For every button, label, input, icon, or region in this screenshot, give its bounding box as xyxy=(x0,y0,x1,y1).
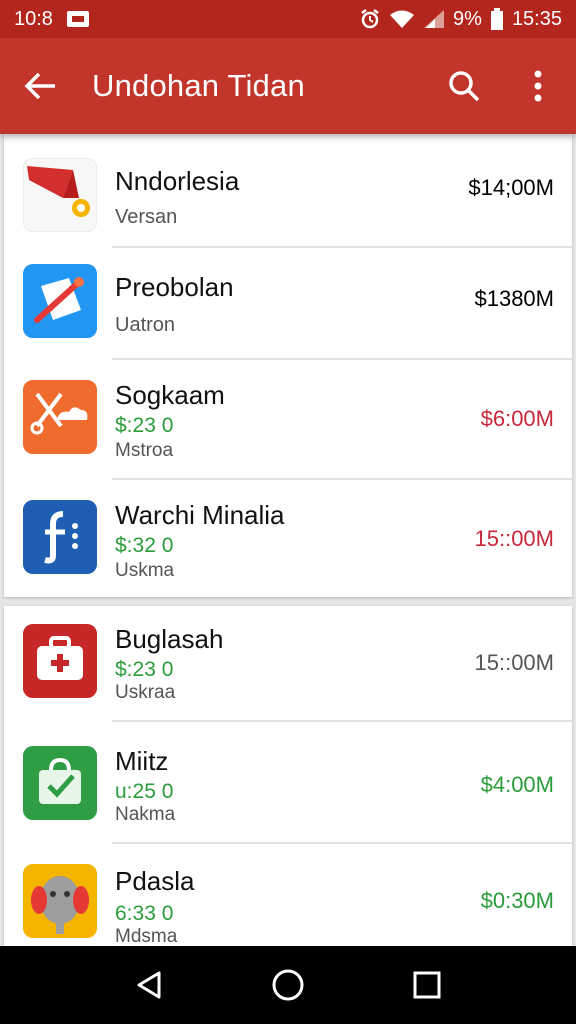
more-vert-icon xyxy=(534,70,542,102)
item-subtitle: Uskma xyxy=(115,560,175,581)
item-name: Preobolan xyxy=(115,272,234,302)
app-bar: Undohan Tidan xyxy=(0,38,576,134)
item-price: $:23 0 xyxy=(115,414,174,437)
item-subtitle: Uskraa xyxy=(115,682,176,703)
search-button[interactable] xyxy=(440,62,488,110)
item-amount: $1380M xyxy=(474,286,554,311)
square-recents-icon xyxy=(413,971,441,999)
navigation-bar xyxy=(0,946,576,1024)
battery-percent: 9% xyxy=(453,7,482,30)
list-card: Nndorlesia Versan $14;00M Preobolan Uatr… xyxy=(4,134,572,597)
item-name: Sogkaam xyxy=(115,380,225,410)
status-time: 10:8 xyxy=(14,7,53,30)
item-subtitle: Mdsma xyxy=(115,926,178,947)
item-amount: $6:00M xyxy=(480,406,554,431)
f-dots-icon xyxy=(23,500,97,574)
page-title: Undohan Tidan xyxy=(92,68,305,103)
elephant-icon xyxy=(23,864,97,938)
rocket-icon xyxy=(23,264,97,338)
list-card: Buglasah $:23 0 Uskraa 15::00M Miitz u:2… xyxy=(4,606,572,947)
item-subtitle: Uatron xyxy=(115,314,176,336)
circle-home-icon xyxy=(272,969,304,1001)
item-subtitle: Mstroa xyxy=(115,440,174,461)
item-price: u:25 0 xyxy=(115,780,174,803)
item-name: Miitz xyxy=(115,746,169,776)
list-item[interactable]: Sogkaam $:23 0 Mstroa $6:00M xyxy=(4,360,572,478)
back-button[interactable] xyxy=(0,38,82,134)
list-item[interactable]: Pdasla 6:33 0 Mdsma $0:30M xyxy=(4,844,572,947)
list-item[interactable]: Buglasah $:23 0 Uskraa 15::00M xyxy=(4,606,572,720)
item-amount: 15::00M xyxy=(474,526,555,551)
search-icon xyxy=(449,71,480,102)
medkit-icon xyxy=(23,624,97,698)
wifi-icon xyxy=(389,9,415,29)
item-price: $:32 0 xyxy=(115,534,174,557)
item-name: Warchi Minalia xyxy=(115,500,285,530)
item-price: $:23 0 xyxy=(115,658,174,681)
item-subtitle: Nakma xyxy=(115,804,176,825)
nav-back-button[interactable] xyxy=(119,955,179,1015)
shopping-bag-icon xyxy=(23,746,97,820)
notification-icon xyxy=(66,11,89,27)
alarm-icon xyxy=(359,8,381,30)
list-item[interactable]: Nndorlesia Versan $14;00M xyxy=(4,134,572,246)
item-name: Buglasah xyxy=(115,624,224,654)
status-bar: 10:8 9% 15:35 xyxy=(0,0,576,38)
item-amount: $4:00M xyxy=(480,772,554,797)
overflow-menu-button[interactable] xyxy=(514,62,562,110)
list-item[interactable]: Warchi Minalia $:32 0 Uskma 15::00M xyxy=(4,480,572,597)
item-amount: 15::00M xyxy=(474,650,555,675)
status-clock: 15:35 xyxy=(511,7,562,30)
nav-recents-button[interactable] xyxy=(397,955,457,1015)
triangle-back-icon xyxy=(137,971,161,999)
list-item[interactable]: Preobolan Uatron $1380M xyxy=(4,248,572,358)
list-item[interactable]: Miitz u:25 0 Nakma $4:00M xyxy=(4,722,572,842)
item-name: Nndorlesia xyxy=(115,166,240,196)
item-name: Pdasla xyxy=(115,866,195,896)
nav-home-button[interactable] xyxy=(258,955,318,1015)
item-price: 6:33 0 xyxy=(115,902,174,925)
megaphone-icon xyxy=(23,158,97,232)
arrow-back-icon xyxy=(24,72,55,100)
item-amount: $0:30M xyxy=(480,888,554,913)
item-amount: $14;00M xyxy=(468,175,554,200)
battery-icon xyxy=(490,8,504,30)
signal-icon xyxy=(423,9,445,29)
scissors-cloud-icon xyxy=(23,380,97,454)
item-subtitle: Versan xyxy=(115,206,178,228)
